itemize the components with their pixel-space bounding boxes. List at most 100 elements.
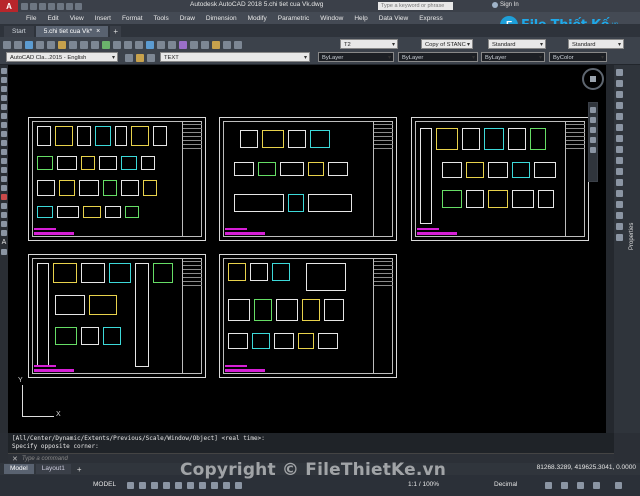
break-icon[interactable] bbox=[616, 190, 623, 197]
mtext-icon[interactable] bbox=[1, 230, 7, 236]
chamfer-icon[interactable] bbox=[616, 212, 623, 219]
otrack-icon[interactable] bbox=[187, 482, 194, 489]
trim-icon[interactable] bbox=[616, 168, 623, 175]
zoom-previous-icon[interactable] bbox=[168, 40, 176, 49]
print-icon[interactable] bbox=[57, 2, 64, 10]
layer-combo[interactable]: T2 bbox=[340, 39, 398, 50]
table-style-combo[interactable]: Standard bbox=[568, 39, 624, 50]
stretch-icon[interactable] bbox=[616, 157, 623, 164]
make-block-icon[interactable] bbox=[1, 176, 7, 182]
paste-icon[interactable] bbox=[91, 40, 99, 49]
sheet-set-icon[interactable] bbox=[212, 40, 220, 49]
match-properties-icon[interactable] bbox=[102, 40, 110, 49]
menu-express[interactable]: Express bbox=[419, 15, 442, 22]
save-icon[interactable] bbox=[39, 2, 46, 10]
undo-icon[interactable] bbox=[66, 2, 73, 10]
drawing-sheet[interactable] bbox=[28, 254, 206, 378]
menu-help[interactable]: Help bbox=[354, 15, 367, 22]
lineweight-combo[interactable]: ByLayer bbox=[481, 52, 545, 63]
menu-dimension[interactable]: Dimension bbox=[206, 15, 237, 22]
tab-layout1[interactable]: Layout1 bbox=[35, 464, 71, 474]
units-selector[interactable]: Decimal bbox=[494, 481, 517, 488]
menu-file[interactable]: File bbox=[26, 15, 36, 22]
color-combo[interactable]: ByLayer bbox=[318, 52, 394, 63]
array-icon[interactable] bbox=[616, 113, 623, 120]
tab-start[interactable]: Start bbox=[4, 26, 34, 37]
vertical-scrollbar[interactable] bbox=[606, 65, 614, 433]
menu-edit[interactable]: Edit bbox=[47, 15, 58, 22]
selection-cycling-icon[interactable] bbox=[223, 482, 230, 489]
gradient-icon[interactable] bbox=[1, 203, 7, 209]
scale-icon[interactable] bbox=[616, 146, 623, 153]
undo-icon[interactable] bbox=[113, 40, 121, 49]
zoom-realtime-icon[interactable] bbox=[146, 40, 154, 49]
new-tab-button[interactable]: + bbox=[110, 26, 122, 37]
copy-icon[interactable] bbox=[80, 40, 88, 49]
tool-palettes-icon[interactable] bbox=[201, 40, 209, 49]
spline-icon[interactable] bbox=[1, 140, 7, 146]
command-input[interactable]: Type a command bbox=[22, 456, 68, 462]
rectangle-icon[interactable] bbox=[1, 104, 7, 110]
menu-window[interactable]: Window bbox=[320, 15, 343, 22]
join-icon[interactable] bbox=[616, 201, 623, 208]
quick-properties-icon[interactable] bbox=[545, 482, 552, 489]
drawing-area[interactable] bbox=[8, 65, 606, 433]
lineweight-icon[interactable] bbox=[199, 482, 206, 489]
ortho-icon[interactable] bbox=[151, 482, 158, 489]
sign-in-button[interactable]: Sign In bbox=[492, 2, 519, 8]
calculator-icon[interactable] bbox=[234, 40, 242, 49]
explode-icon[interactable] bbox=[616, 234, 623, 241]
text-style-combo[interactable]: Copy of STANC bbox=[421, 39, 473, 50]
redo-icon[interactable] bbox=[124, 40, 132, 49]
layer-properties-icon[interactable] bbox=[136, 53, 144, 62]
mirror-icon[interactable] bbox=[616, 91, 623, 98]
circle-icon[interactable] bbox=[1, 122, 7, 128]
cut-icon[interactable] bbox=[69, 40, 77, 49]
pan-icon[interactable] bbox=[135, 40, 143, 49]
layer-name-combo[interactable]: TEXT bbox=[160, 52, 310, 63]
markup-icon[interactable] bbox=[223, 40, 231, 49]
orbit-icon[interactable] bbox=[590, 137, 596, 143]
pan-icon[interactable] bbox=[590, 117, 596, 123]
ellipse-arc-icon[interactable] bbox=[1, 158, 7, 164]
menu-insert[interactable]: Insert bbox=[95, 15, 111, 22]
close-icon[interactable]: × bbox=[96, 26, 100, 37]
ellipse-icon[interactable] bbox=[1, 149, 7, 155]
add-layout-button[interactable]: + bbox=[73, 465, 86, 474]
saveas-icon[interactable] bbox=[48, 2, 55, 10]
showmotion-icon[interactable] bbox=[590, 147, 596, 153]
drawing-sheet[interactable] bbox=[219, 117, 397, 241]
design-center-icon[interactable] bbox=[190, 40, 198, 49]
zoom-window-icon[interactable] bbox=[157, 40, 165, 49]
fillet-icon[interactable] bbox=[616, 223, 623, 230]
layer-state-icon[interactable] bbox=[147, 53, 155, 62]
drawing-sheet[interactable] bbox=[28, 117, 206, 241]
line-icon[interactable] bbox=[1, 68, 7, 74]
point-icon[interactable] bbox=[1, 185, 7, 191]
zoom-extents-icon[interactable] bbox=[590, 127, 596, 133]
isolate-objects-icon[interactable] bbox=[577, 482, 584, 489]
menu-draw[interactable]: Draw bbox=[180, 15, 195, 22]
customization-icon[interactable] bbox=[615, 482, 622, 489]
steering-wheel-icon[interactable] bbox=[590, 107, 596, 113]
redo-icon[interactable] bbox=[75, 2, 82, 10]
extend-icon[interactable] bbox=[616, 179, 623, 186]
region-icon[interactable] bbox=[1, 212, 7, 218]
close-icon[interactable]: ✕ bbox=[12, 455, 18, 463]
osnap-icon[interactable] bbox=[175, 482, 182, 489]
menu-data-view[interactable]: Data View bbox=[379, 15, 409, 22]
move-icon[interactable] bbox=[616, 124, 623, 131]
linetype-combo[interactable]: ByLayer bbox=[398, 52, 478, 63]
snap-icon[interactable] bbox=[139, 482, 146, 489]
clean-screen-icon[interactable] bbox=[593, 482, 600, 489]
transparency-icon[interactable] bbox=[211, 482, 218, 489]
preview-icon[interactable] bbox=[47, 40, 55, 49]
properties-icon[interactable] bbox=[179, 40, 187, 49]
plot-icon[interactable] bbox=[36, 40, 44, 49]
menu-parametric[interactable]: Parametric bbox=[278, 15, 309, 22]
polygon-icon[interactable] bbox=[1, 95, 7, 101]
workspace-combo[interactable]: AutoCAD Cla...2015 - English bbox=[6, 52, 118, 63]
properties-palette-label[interactable]: Properties bbox=[629, 223, 635, 250]
revision-cloud-icon[interactable] bbox=[1, 131, 7, 137]
copy-object-icon[interactable] bbox=[616, 80, 623, 87]
